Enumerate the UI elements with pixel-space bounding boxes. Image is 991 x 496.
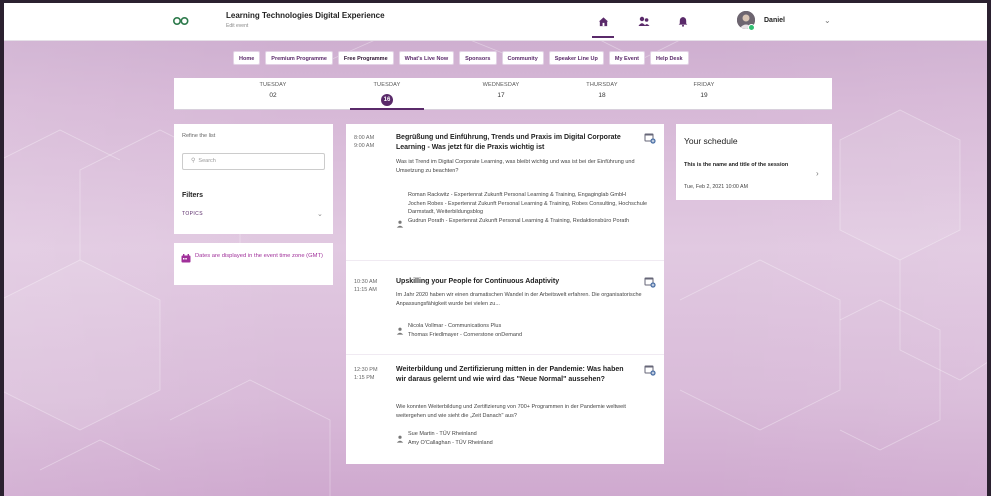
search-icon: ⚲ xyxy=(191,158,196,164)
calendar-icon xyxy=(181,254,191,263)
chevron-down-icon[interactable]: ⌄ xyxy=(824,16,831,25)
day-number: 18 xyxy=(598,92,606,99)
app-title: Learning Technologies Digital Experience xyxy=(226,11,385,20)
speaker-icon xyxy=(396,220,404,228)
edit-event-link[interactable]: Edit event xyxy=(226,23,248,29)
tab-day-19[interactable]: FRIDAY 19 xyxy=(664,82,744,99)
main-nav: Home Premium Programme Free Programme Wh… xyxy=(233,51,689,65)
topics-filter[interactable]: TOPICS xyxy=(182,211,203,217)
session-start-time: 8:00 AM xyxy=(354,135,375,141)
session-speakers: Roman Rackwitz - Expertenrat Zukunft Per… xyxy=(408,192,648,224)
session-description: Im Jahr 2020 haben wir einen dramatische… xyxy=(396,292,642,307)
day-name: THURSDAY xyxy=(586,82,618,88)
people-icon[interactable] xyxy=(637,14,651,28)
day-name: WEDNESDAY xyxy=(482,82,520,88)
session-end-time: 11:15 AM xyxy=(354,287,377,293)
schedule-item-date: Tue, Feb 2, 2021 10:00 AM xyxy=(684,184,748,190)
session-end-time: 1:15 PM xyxy=(354,375,375,381)
logo-icon[interactable] xyxy=(172,15,190,27)
nav-community[interactable]: Community xyxy=(501,51,544,65)
session-divider xyxy=(346,260,664,261)
nav-premium-programme[interactable]: Premium Programme xyxy=(265,51,333,65)
session-description: Wie konnten Weiterbildung und Zertifizie… xyxy=(396,404,626,419)
sessions-list: 8:00 AM 9:00 AM Begrüßung und Einführung… xyxy=(346,124,664,464)
session-end-time: 9:00 AM xyxy=(354,143,375,149)
refine-title: Refine the list xyxy=(182,133,216,139)
schedule-title: Your schedule xyxy=(684,136,738,146)
calendar-add-icon[interactable] xyxy=(644,276,656,288)
filters-heading: Filters xyxy=(182,192,204,199)
nav-sponsors[interactable]: Sponsors xyxy=(459,51,497,65)
active-tab-indicator xyxy=(350,108,424,110)
day-number: 19 xyxy=(700,92,708,99)
day-name: FRIDAY xyxy=(693,82,715,88)
session-title[interactable]: Weiterbildung und Zertifizierung mitten … xyxy=(396,365,633,385)
nav-whats-live-now[interactable]: What's Live Now xyxy=(398,51,455,65)
search-input[interactable]: ⚲ Search xyxy=(182,153,325,170)
chevron-down-icon[interactable]: ⌄ xyxy=(317,210,323,218)
session-title[interactable]: Begrüßung und Einführung, Trends und Pra… xyxy=(396,133,633,153)
tab-day-18[interactable]: THURSDAY 18 xyxy=(562,82,642,99)
nav-free-programme[interactable]: Free Programme xyxy=(337,51,394,65)
tab-day-17[interactable]: WEDNESDAY 17 xyxy=(461,82,541,99)
calendar-add-icon[interactable] xyxy=(644,364,656,376)
session-divider xyxy=(346,354,664,355)
speaker-icon xyxy=(396,327,404,335)
tab-day-16[interactable]: TUESDAY 16 xyxy=(347,82,427,106)
nav-help-desk[interactable]: Help Desk xyxy=(650,51,689,65)
timezone-notice: Dates are displayed in the event time zo… xyxy=(174,243,333,285)
session-speakers: Sue Martin - TÜV Rheinland Amy O'Callagh… xyxy=(408,431,493,446)
session-start-time: 12:30 PM xyxy=(354,367,378,373)
day-number-selected: 16 xyxy=(381,94,393,106)
session-title[interactable]: Upskilling your People for Continuous Ad… xyxy=(396,277,633,287)
nav-speaker-line-up[interactable]: Speaker Line Up xyxy=(548,51,604,65)
calendar-add-icon[interactable] xyxy=(644,132,656,144)
nav-home[interactable]: Home xyxy=(233,51,261,65)
search-placeholder: Search xyxy=(198,158,216,164)
schedule-item-name[interactable]: This is the name and title of the sessio… xyxy=(684,161,809,169)
speaker-icon xyxy=(396,435,404,443)
bell-icon[interactable] xyxy=(676,14,690,28)
home-icon[interactable] xyxy=(592,14,614,38)
session-start-time: 10:30 AM xyxy=(354,279,378,285)
day-name: TUESDAY xyxy=(259,82,287,88)
schedule-panel: Your schedule This is the name and title… xyxy=(676,124,832,200)
user-name[interactable]: Daniel xyxy=(764,17,785,24)
session-speakers: Nicola Vollmar - Communications Plus Tho… xyxy=(408,323,523,338)
session-description: Was ist Trend im Digital Corporate Learn… xyxy=(396,159,635,174)
refine-panel: Refine the list ⚲ Search Filters TOPICS ⌄ xyxy=(174,124,333,234)
day-tabs: TUESDAY 02 TUESDAY 16 WEDNESDAY 17 THURS… xyxy=(174,78,832,110)
top-bar: Learning Technologies Digital Experience… xyxy=(4,3,987,41)
tab-day-02[interactable]: TUESDAY 02 xyxy=(233,82,313,99)
timezone-text: Dates are displayed in the event time zo… xyxy=(195,253,323,259)
day-number: 02 xyxy=(269,92,277,99)
day-number: 17 xyxy=(497,92,505,99)
online-status-dot xyxy=(748,24,755,31)
chevron-right-icon[interactable]: › xyxy=(816,169,819,178)
nav-my-event[interactable]: My Event xyxy=(608,51,646,65)
